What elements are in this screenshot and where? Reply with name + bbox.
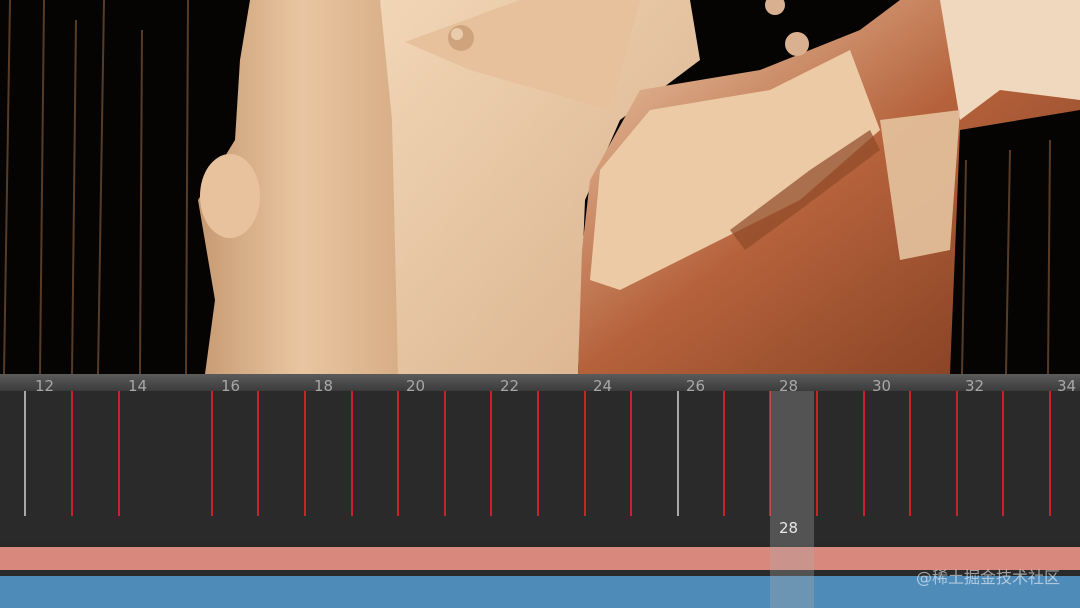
- frame-label: 26: [686, 377, 706, 395]
- keyframe-marker[interactable]: [1002, 391, 1004, 516]
- keyframe-marker[interactable]: [257, 391, 259, 516]
- keyframe-marker[interactable]: [24, 391, 26, 516]
- frame-label: 30: [872, 377, 892, 395]
- keyframe-marker[interactable]: [537, 391, 539, 516]
- watermark: @稀土掘金技术社区: [915, 568, 1060, 587]
- frame-label: 16: [221, 377, 241, 395]
- keyframe-marker[interactable]: [1049, 391, 1051, 516]
- frame-label: 22: [500, 377, 520, 395]
- keyframe-marker[interactable]: [630, 391, 632, 516]
- keyframe-marker[interactable]: [956, 391, 958, 516]
- keyframe-marker[interactable]: [723, 391, 725, 516]
- keyframe-marker[interactable]: [304, 391, 306, 516]
- keyframe-marker[interactable]: [909, 391, 911, 516]
- keyframe-marker[interactable]: [584, 391, 586, 516]
- frame-ruler[interactable]: [0, 391, 1080, 543]
- keyframe-marker[interactable]: [444, 391, 446, 516]
- keyframe-marker[interactable]: [490, 391, 492, 516]
- keyframe-marker[interactable]: [211, 391, 213, 516]
- keyframe-marker[interactable]: [351, 391, 353, 516]
- keyframe-marker[interactable]: [71, 391, 73, 516]
- frame-label: 34: [1057, 377, 1077, 395]
- keyframe-marker[interactable]: [397, 391, 399, 516]
- 3d-viewport[interactable]: [0, 0, 1080, 374]
- frame-label: 12: [35, 377, 55, 395]
- frame-label: 14: [128, 377, 148, 395]
- frame-label: 24: [593, 377, 613, 395]
- timeline-header-bar: [0, 374, 1080, 391]
- frame-label: 18: [314, 377, 334, 395]
- frame-label: 20: [406, 377, 426, 395]
- frame-label: 32: [965, 377, 985, 395]
- keyframe-marker[interactable]: [118, 391, 120, 516]
- character-render: [3, 0, 1080, 374]
- playhead[interactable]: [770, 391, 814, 608]
- keyframe-marker[interactable]: [863, 391, 865, 516]
- keyframe-marker[interactable]: [677, 391, 679, 516]
- keyframe-marker[interactable]: [816, 391, 818, 516]
- timeline-panel[interactable]: 12 14 16 18 20 22 24 26 28 30 32 34 28 @…: [0, 374, 1080, 608]
- current-frame-indicator: 28: [779, 519, 799, 537]
